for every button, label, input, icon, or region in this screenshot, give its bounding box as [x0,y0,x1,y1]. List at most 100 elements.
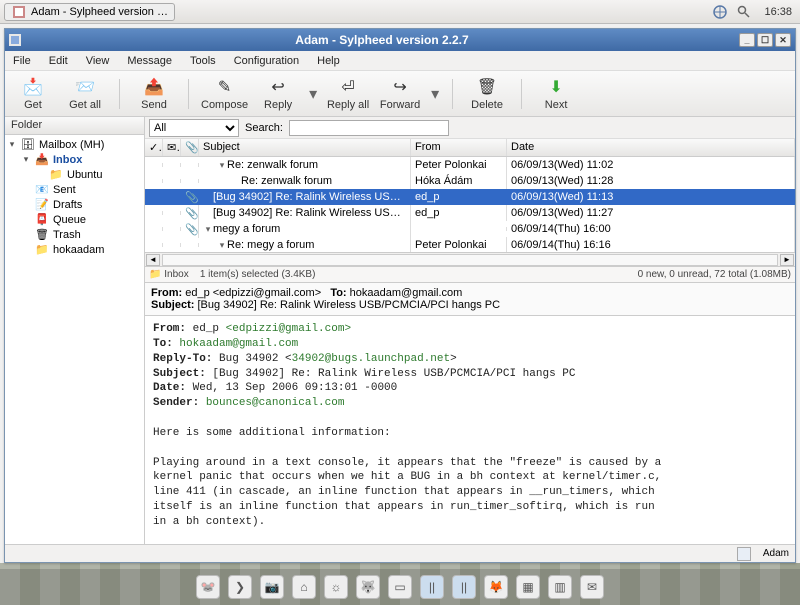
message-list-header[interactable]: ✓ ✉ 📎 Subject From Date [145,139,795,157]
folder-icon: 📁 [35,243,49,256]
folder-icon: 📁 [49,168,63,181]
dock-icon[interactable]: 🐺 [356,575,380,599]
dock-icon[interactable]: ✉ [580,575,604,599]
dock-icon[interactable]: || [452,575,476,599]
tree-drafts[interactable]: 📝 Drafts [7,197,142,212]
reply-all-icon: ⏎ [337,76,359,98]
hdr-from-value: ed_p <edpizzi@gmail.com> [185,287,321,299]
expand-toggle-icon[interactable]: ▾ [7,139,17,150]
dock-icon[interactable]: 🦊 [484,575,508,599]
status-totals: 0 new, 0 unread, 72 total (1.08MB) [638,269,791,280]
menu-edit[interactable]: Edit [45,53,72,69]
hdr-to-value: hokaadam@gmail.com [350,287,463,299]
dock-icon[interactable]: ▥ [548,575,572,599]
column-from[interactable]: From [411,139,507,156]
menu-configuration[interactable]: Configuration [230,53,303,69]
reply-to-link[interactable]: 34902@bugs.launchpad.net [292,353,450,365]
minimize-button[interactable]: _ [739,33,755,47]
menu-help[interactable]: Help [313,53,344,69]
message-row[interactable]: 📎[Bug 34902] Re: Ralink Wireless USB/PCM… [145,205,795,221]
scroll-left-button[interactable]: ◄ [146,254,160,266]
message-row[interactable]: 📎[Bug 34902] Re: Ralink Wireless USB/PCM… [145,189,795,205]
hdr-subject-value: [Bug 34902] Re: Ralink Wireless USB/PCMC… [197,299,500,311]
desktop-top-panel: Adam - Sylpheed version … 16:38 [0,0,800,24]
network-icon[interactable] [712,4,728,20]
dock-icon[interactable]: ❯ [228,575,252,599]
get-button[interactable]: 📩 Get [11,76,55,111]
forward-button[interactable]: ↪ Forward [378,76,422,111]
tree-trash[interactable]: 🗑 Trash [7,227,142,242]
get-all-button[interactable]: 📨 Get all [63,76,107,111]
tree-hokaadam[interactable]: 📁 hokaadam [7,242,142,257]
scroll-right-button[interactable]: ► [780,254,794,266]
menu-message[interactable]: Message [123,53,176,69]
next-button[interactable]: ⬇ Next [534,76,578,111]
tree-sent[interactable]: 📧 Sent [7,182,142,197]
titlebar[interactable]: Adam - Sylpheed version 2.2.7 _ ☐ ✕ [5,29,795,51]
filter-select[interactable]: All [149,119,239,137]
message-list[interactable]: ▾Re: zenwalk forumPeter Polonkai06/09/13… [145,157,795,253]
to-email-link[interactable]: hokaadam@gmail.com [179,338,298,350]
dock-icon[interactable]: ▦ [516,575,540,599]
window-statusbar: Adam [5,544,795,562]
chevron-down-icon[interactable]: ▾ [308,83,318,105]
tree-ubuntu[interactable]: 📁 Ubuntu [7,167,142,182]
menu-file[interactable]: File [9,53,35,69]
taskbar-entry-label: Adam - Sylpheed version … [31,6,168,18]
mailbox-icon: 🗄 [21,138,35,151]
folder-pane-header: Folder [5,117,144,135]
menu-view[interactable]: View [82,53,114,69]
close-button[interactable]: ✕ [775,33,791,47]
dock-icon[interactable]: ▭ [388,575,412,599]
queue-icon: 📮 [35,213,49,226]
delete-button[interactable]: 🗑 Delete [465,76,509,111]
chevron-down-icon[interactable]: ▾ [430,83,440,105]
menu-tools[interactable]: Tools [186,53,220,69]
desktop-dock: 🐭 ❯ 📷 ⌂ ☼ 🐺 ▭ || || 🦊 ▦ ▥ ✉ [0,569,800,605]
dock-icon[interactable]: ⌂ [292,575,316,599]
column-attachment-icon[interactable]: 📎 [181,139,199,156]
online-status-icon[interactable] [737,547,751,561]
tree-mailbox[interactable]: ▾ 🗄 Mailbox (MH) [7,137,142,152]
search-input[interactable] [289,120,449,136]
arrow-down-icon: ⬇ [545,76,567,98]
reply-icon: ↩ [267,76,289,98]
search-icon[interactable] [736,4,752,20]
tree-inbox[interactable]: ▾ 📥 Inbox [7,152,142,167]
folder-tree[interactable]: ▾ 🗄 Mailbox (MH) ▾ 📥 Inbox 📁 Ubuntu 📧 [5,135,144,544]
tree-queue[interactable]: 📮 Queue [7,212,142,227]
message-row[interactable]: ▾Re: megy a forumPeter Polonkai06/09/14(… [145,237,795,253]
panel-clock[interactable]: 16:38 [760,6,796,18]
compose-button[interactable]: ✎ Compose [201,76,248,111]
column-subject[interactable]: Subject [199,139,411,156]
dock-icon[interactable]: 🐭 [196,575,220,599]
dock-icon[interactable]: || [420,575,444,599]
body-para1: Here is some additional information: [153,426,787,441]
message-row[interactable]: 📎▾megy a forum06/09/14(Thu) 16:00 [145,221,795,237]
search-bar: All Search: [145,117,795,139]
message-body[interactable]: From: ed_p <edpizzi@gmail.com> To: hokaa… [145,316,795,544]
column-date[interactable]: Date [507,139,795,156]
trash-folder-icon: 🗑 [35,228,49,241]
forward-icon: ↪ [389,76,411,98]
hdr-to-label: To: [330,287,346,299]
column-mark-icon[interactable]: ✓ [145,139,163,156]
taskbar-entry-sylpheed[interactable]: Adam - Sylpheed version … [4,3,175,21]
reply-button[interactable]: ↩ Reply [256,76,300,111]
status-selection: 1 item(s) selected (3.4KB) [200,269,316,280]
message-row[interactable]: ▾Re: zenwalk forumPeter Polonkai06/09/13… [145,157,795,173]
send-button[interactable]: 📤 Send [132,76,176,111]
reply-all-button[interactable]: ⏎ Reply all [326,76,370,111]
dock-icon[interactable]: ☼ [324,575,348,599]
expand-toggle-icon[interactable]: ▾ [21,154,31,165]
column-unread-icon[interactable]: ✉ [163,139,181,156]
maximize-button[interactable]: ☐ [757,33,773,47]
window-menu-icon[interactable] [5,34,25,46]
message-row[interactable]: Re: zenwalk forumHóka Ádám06/09/13(Wed) … [145,173,795,189]
scroll-track[interactable] [162,254,778,266]
sender-link[interactable]: bounces@canonical.com [206,397,345,409]
message-list-scrollbar[interactable]: ◄ ► [145,253,795,267]
from-email-link[interactable]: <edpizzi@gmail.com> [226,323,351,335]
trash-icon: 🗑 [476,76,498,98]
dock-icon[interactable]: 📷 [260,575,284,599]
